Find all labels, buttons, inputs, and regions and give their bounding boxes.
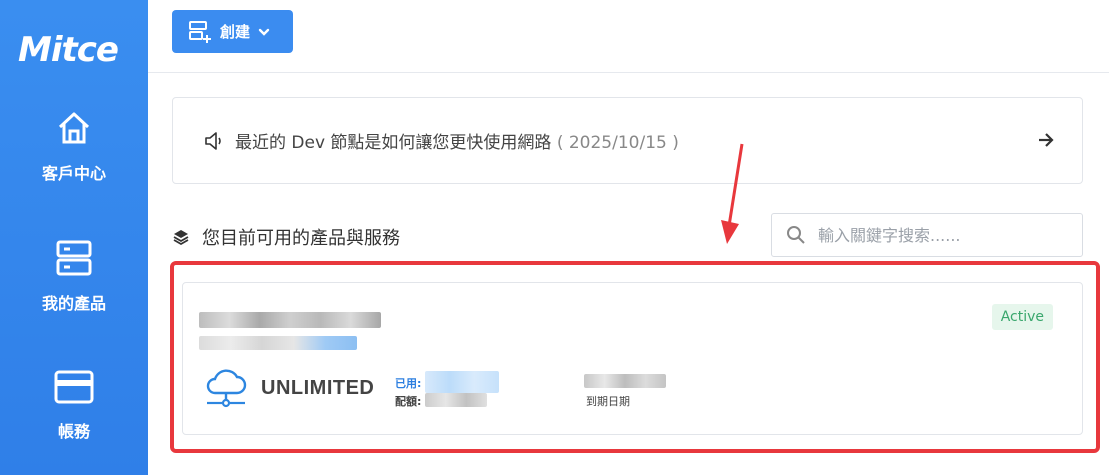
add-list-icon <box>189 20 211 43</box>
sidebar-item-label: 我的產品 <box>41 294 106 313</box>
search-input[interactable] <box>818 225 1058 245</box>
cloud-network-icon <box>206 369 247 408</box>
speaker-icon <box>205 131 221 150</box>
quota-value-redacted <box>425 393 487 407</box>
annotation-arrow <box>721 143 744 244</box>
expiry-date-redacted <box>584 374 666 388</box>
announcement-title: 最近的 Dev 節點是如何讓您更快使用網路 <box>235 133 552 153</box>
product-card[interactable]: Active UNLIMITED 已用: 配額: 到期日期 <box>182 282 1083 435</box>
quota-label: 配額: <box>395 395 422 408</box>
create-button-label: 創建 <box>220 23 251 41</box>
status-badge: Active <box>991 304 1053 330</box>
used-label: 已用: <box>395 377 422 390</box>
sidebar-item-label: 客戶中心 <box>41 164 106 183</box>
create-button[interactable]: 創建 <box>172 10 293 53</box>
sidebar-item-my-products[interactable]: 我的產品 <box>0 240 148 314</box>
product-domain-redacted <box>199 336 357 350</box>
server-icon <box>56 240 92 276</box>
plan-name: UNLIMITED <box>261 376 375 399</box>
home-icon <box>58 112 90 144</box>
plan-info: UNLIMITED <box>203 367 374 409</box>
search-box[interactable] <box>771 213 1083 257</box>
sidebar-item-label: 帳務 <box>57 422 90 441</box>
sidebar-item-billing[interactable]: 帳務 <box>0 370 148 442</box>
announcement-date: ( 2025/10/15 ) <box>556 133 679 153</box>
logo[interactable]: Mitce <box>18 30 128 74</box>
announcement-banner[interactable]: 最近的 Dev 節點是如何讓您更快使用網路 ( 2025/10/15 ) <box>172 97 1083 184</box>
arrow-right-icon[interactable] <box>1036 130 1056 150</box>
top-bar: 創建 <box>148 0 1109 73</box>
products-section-title: 您目前可用的產品與服務 <box>172 224 400 250</box>
announcement-text[interactable]: 最近的 Dev 節點是如何讓您更快使用網路 ( 2025/10/15 ) <box>235 128 679 153</box>
section-title-text: 您目前可用的產品與服務 <box>202 228 400 249</box>
product-name-redacted <box>199 312 381 328</box>
chevron-down-icon <box>258 28 270 36</box>
sidebar: Mitce 客戶中心 我的產品 帳務 <box>0 0 148 475</box>
layers-icon <box>173 230 189 246</box>
used-value-redacted <box>425 371 499 393</box>
credit-card-icon <box>54 370 94 404</box>
search-icon <box>787 226 805 244</box>
sidebar-item-client-center[interactable]: 客戶中心 <box>0 110 148 184</box>
expiry-label: 到期日期 <box>586 395 630 408</box>
